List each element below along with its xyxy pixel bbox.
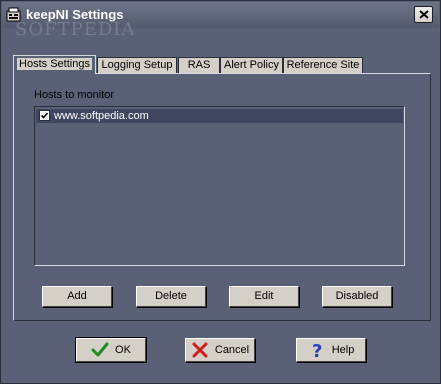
checkmark-icon [91,341,109,359]
x-icon [191,341,209,359]
ok-label: OK [115,344,131,356]
tab-logging-setup[interactable]: Logging Setup [97,57,177,73]
add-button[interactable]: Add [42,286,112,307]
checkmark-icon [40,112,49,119]
tab-alert-policy[interactable]: Alert Policy [220,57,283,73]
close-icon [419,10,429,19]
ok-button[interactable]: OK [75,337,147,363]
settings-window: keepNI Settings SOFTPEDIA Hosts Settings… [0,0,441,384]
delete-button[interactable]: Delete [136,286,206,307]
edit-button[interactable]: Edit [229,286,299,307]
question-mark-icon: ? [308,341,326,359]
cancel-label: Cancel [214,344,250,356]
host-checkbox[interactable] [39,110,50,121]
help-label: Help [331,344,355,356]
tab-ras[interactable]: RAS [178,57,220,73]
tab-reference-site[interactable]: Reference Site [283,57,363,73]
svg-text:?: ? [312,341,322,359]
watermark: SOFTPEDIA [15,19,136,40]
cancel-button[interactable]: Cancel [185,338,255,362]
hosts-group-label: Hosts to monitor [34,89,115,101]
close-button[interactable] [414,6,433,23]
help-button[interactable]: ? Help [296,338,366,362]
disabled-button[interactable]: Disabled [322,286,392,307]
list-item[interactable]: www.softpedia.com [36,109,403,123]
tab-hosts-settings[interactable]: Hosts Settings [13,55,96,74]
host-label: www.softpedia.com [54,110,149,122]
hosts-list[interactable]: www.softpedia.com [34,106,405,266]
